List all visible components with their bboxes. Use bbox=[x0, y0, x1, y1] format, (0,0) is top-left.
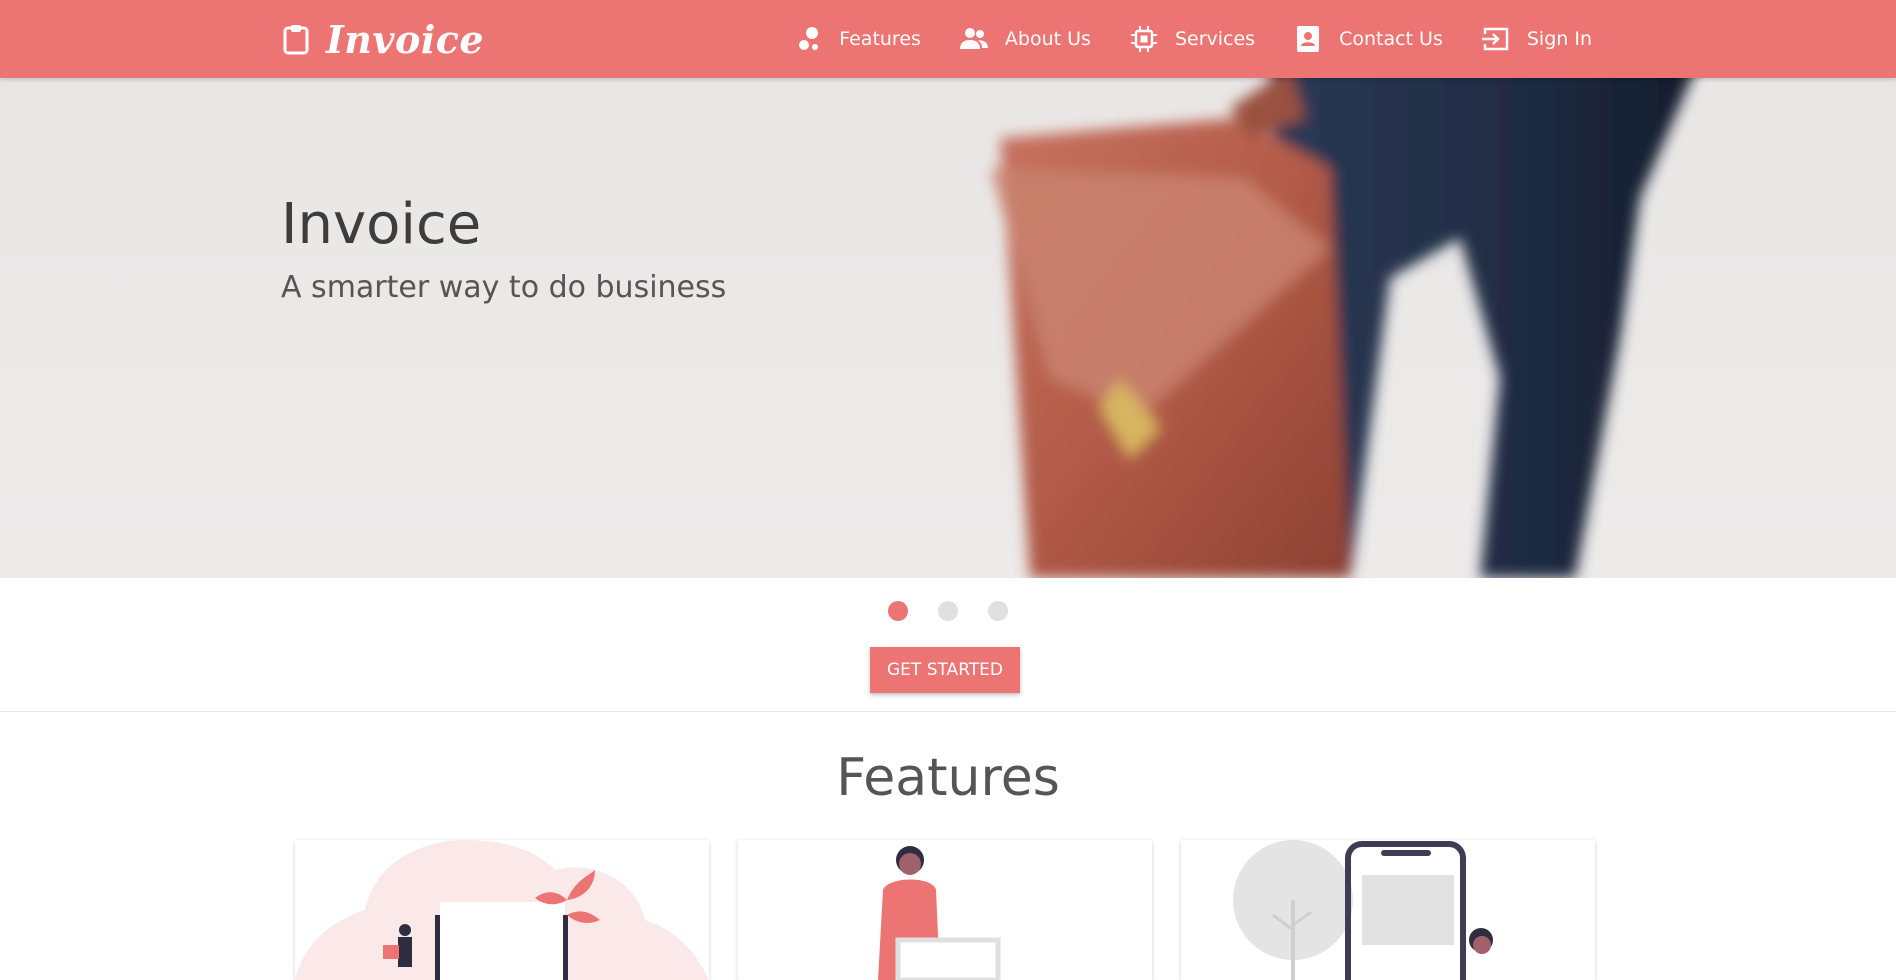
features-heading: Features bbox=[836, 748, 1060, 808]
contact-card-icon bbox=[1297, 26, 1320, 52]
feature-illustration-phone-tree bbox=[1233, 840, 1493, 980]
get-started-button[interactable]: GET STARTED bbox=[870, 647, 1020, 693]
carousel-dot-2[interactable] bbox=[937, 601, 958, 621]
chip-icon bbox=[1130, 26, 1157, 52]
section-divider bbox=[0, 711, 1896, 712]
feature-card-1[interactable] bbox=[295, 840, 709, 980]
nav-features-label: Features bbox=[839, 28, 921, 50]
hero-background-image bbox=[0, 78, 1896, 578]
nav-about-us-label: About Us bbox=[1004, 28, 1091, 50]
carousel-indicators bbox=[0, 601, 1896, 621]
navbar: Invoice Features About Us Services Conta… bbox=[0, 0, 1896, 78]
brand[interactable]: Invoice bbox=[282, 14, 484, 64]
nav-contact-us-label: Contact Us bbox=[1339, 28, 1443, 50]
nav-features[interactable]: Features bbox=[793, 24, 921, 54]
sign-in-icon bbox=[1481, 27, 1509, 51]
hero-title: Invoice bbox=[281, 192, 482, 257]
feature-illustration-plant-office bbox=[295, 840, 709, 980]
nav-services-label: Services bbox=[1174, 28, 1256, 50]
nav-services[interactable]: Services bbox=[1129, 24, 1255, 54]
carousel-dot-3[interactable] bbox=[987, 601, 1008, 621]
nav-about-us[interactable]: About Us bbox=[959, 24, 1091, 54]
nav-sign-in[interactable]: Sign In bbox=[1481, 24, 1592, 54]
clipboard-icon bbox=[283, 25, 309, 55]
nav-sign-in-label: Sign In bbox=[1526, 28, 1592, 50]
feature-card-3[interactable] bbox=[1181, 840, 1595, 980]
main-nav: Features About Us Services Contact Us Si… bbox=[793, 0, 1592, 78]
nav-contact-us[interactable]: Contact Us bbox=[1293, 24, 1443, 54]
carousel-dot-1[interactable] bbox=[887, 601, 908, 621]
feature-card-2[interactable] bbox=[738, 840, 1152, 980]
bubbles-icon bbox=[799, 27, 819, 50]
hero-carousel: Invoice A smarter way to do business bbox=[0, 78, 1896, 578]
people-icon bbox=[959, 28, 988, 49]
brand-name: Invoice bbox=[326, 16, 485, 62]
feature-illustration-person-desk bbox=[878, 846, 1001, 980]
hero-subtitle: A smarter way to do business bbox=[281, 270, 727, 305]
